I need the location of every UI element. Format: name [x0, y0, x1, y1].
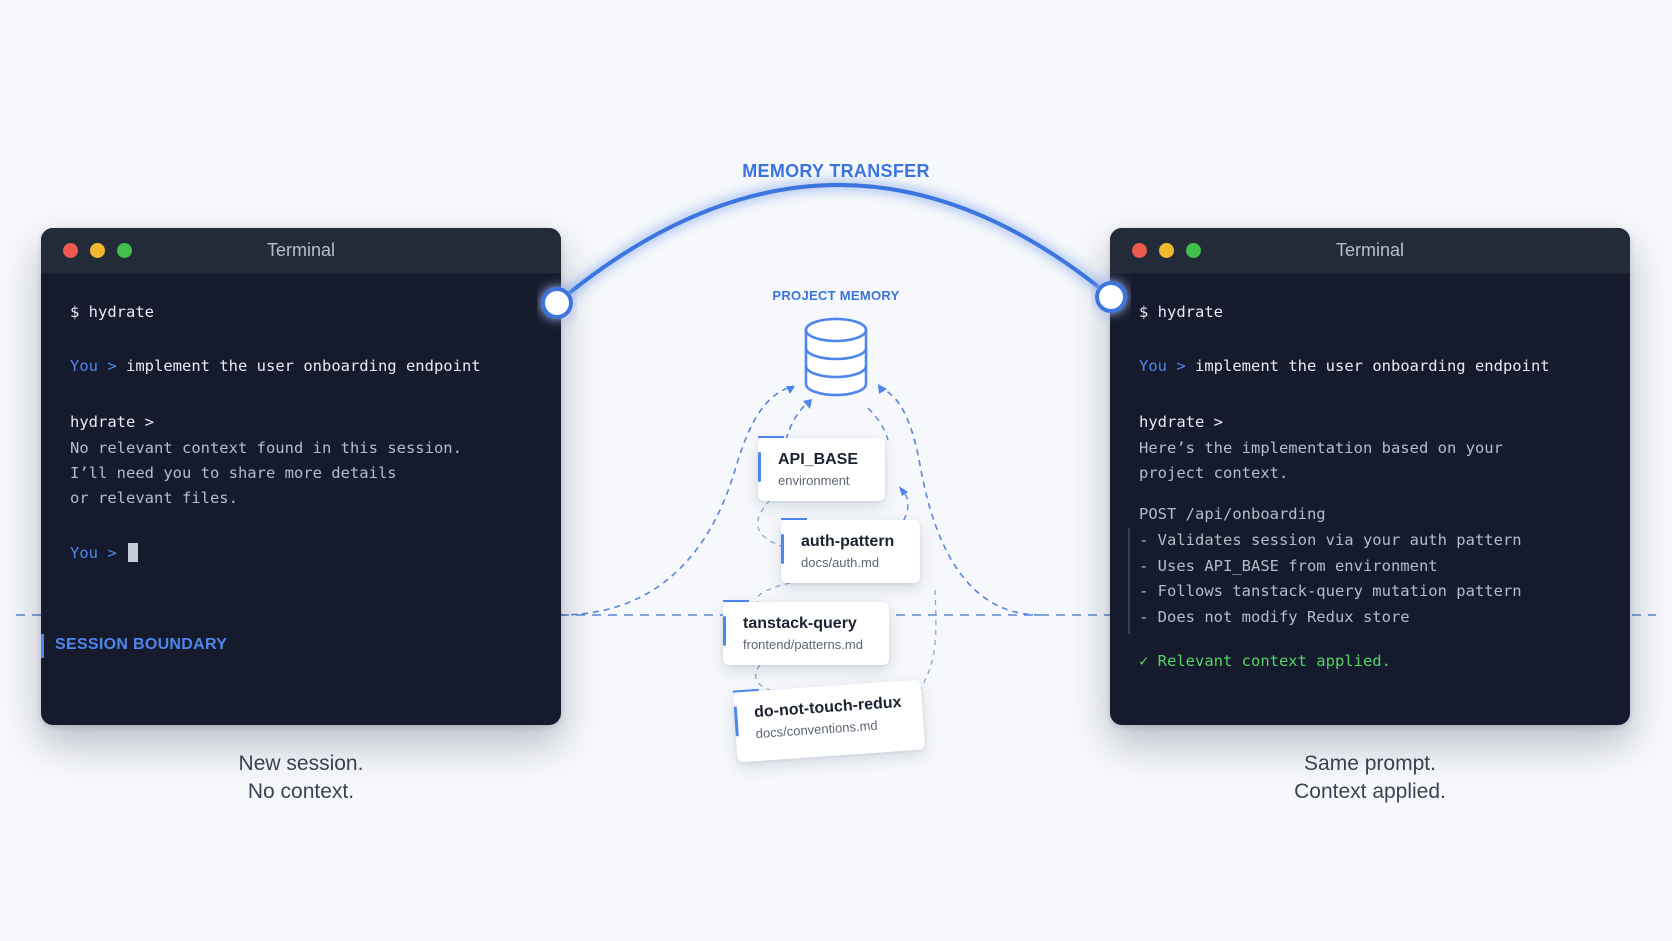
memory-card-tanstack-query: tanstack-query frontend/patterns.md [723, 600, 889, 665]
assistant-prefix: hydrate > [1139, 413, 1223, 431]
text-cursor [128, 543, 139, 562]
assistant-prefix: hydrate > [70, 413, 154, 431]
user-prompt-text: implement the user onboarding endpoint [1195, 357, 1550, 375]
session-boundary-label: SESSION BOUNDARY [55, 636, 228, 653]
card-link-tanstack [756, 582, 791, 605]
card-link-left-chain [756, 499, 782, 547]
left-dashed-connector [559, 385, 794, 616]
memory-card-source: docs/auth.md [801, 555, 880, 570]
bullet-indicator [1128, 528, 1130, 634]
user-prefix: You > [70, 544, 117, 562]
command-line: $ hydrate [1139, 303, 1223, 321]
session-boundary-marker [41, 634, 44, 658]
card-link-right-lower [919, 589, 937, 691]
response-line: or relevant files. [70, 489, 238, 507]
status-line: ✓ Relevant context applied. [1139, 652, 1391, 670]
arrowhead-left [786, 386, 795, 394]
user-prefix: You > [1139, 357, 1186, 375]
memory-card-source: frontend/patterns.md [743, 637, 863, 652]
memory-card-auth-pattern: auth-pattern docs/auth.md [781, 518, 920, 583]
card-link-api-base [785, 403, 807, 441]
memory-card-source: environment [778, 473, 850, 488]
command-line: $ hydrate [70, 303, 154, 321]
memory-transfer-label: MEMORY TRANSFER [742, 161, 930, 181]
memory-card-do-not-touch-redux: do-not-touch-redux docs/conventions.md [732, 679, 926, 763]
arrowhead-auth [899, 486, 908, 496]
bullet-line: - Validates session via your auth patter… [1139, 531, 1522, 549]
card-link-auth-pattern [867, 407, 889, 441]
response-line: No relevant context found in this sessio… [70, 439, 462, 457]
memory-card-api-base: API_BASE environment [758, 436, 885, 501]
left-terminal-window: Terminal $ hydrate You > implement the u… [41, 228, 561, 725]
arrowhead-api-base [803, 399, 812, 409]
database-icon [804, 317, 868, 397]
response-line: I’ll need you to share more details [70, 464, 397, 482]
endpoint-line: POST /api/onboarding [1139, 505, 1326, 523]
terminal-title: Terminal [1335, 240, 1405, 260]
user-prompt-line: You > implement the user onboarding endp… [70, 357, 481, 375]
memory-card-name: API_BASE [778, 451, 859, 468]
bullet-line: - Uses API_BASE from environment [1139, 557, 1438, 575]
terminal-title: Terminal [266, 240, 336, 260]
memory-card-name: auth-pattern [801, 533, 895, 550]
right-terminal-window: Terminal $ hydrate You > implement the u… [1110, 228, 1630, 725]
user-prompt-text: implement the user onboarding endpoint [126, 357, 481, 375]
project-memory-label: PROJECT MEMORY [772, 288, 900, 303]
memory-card-name: tanstack-query [743, 615, 857, 632]
card-link-redux [755, 664, 771, 691]
bullet-line: - Does not modify Redux store [1139, 608, 1410, 626]
response-line: Here’s the implementation based on your [1139, 439, 1503, 457]
response-line: project context. [1139, 464, 1289, 482]
input-line[interactable]: You > [70, 543, 139, 562]
bullet-line: - Follows tanstack-query mutation patter… [1139, 582, 1522, 600]
terminal-titlebar: Terminal [41, 228, 561, 274]
terminal-titlebar: Terminal [1110, 228, 1630, 274]
user-prompt-line: You > implement the user onboarding endp… [1139, 357, 1550, 375]
user-prefix: You > [70, 357, 117, 375]
arrowhead-right [878, 384, 887, 394]
